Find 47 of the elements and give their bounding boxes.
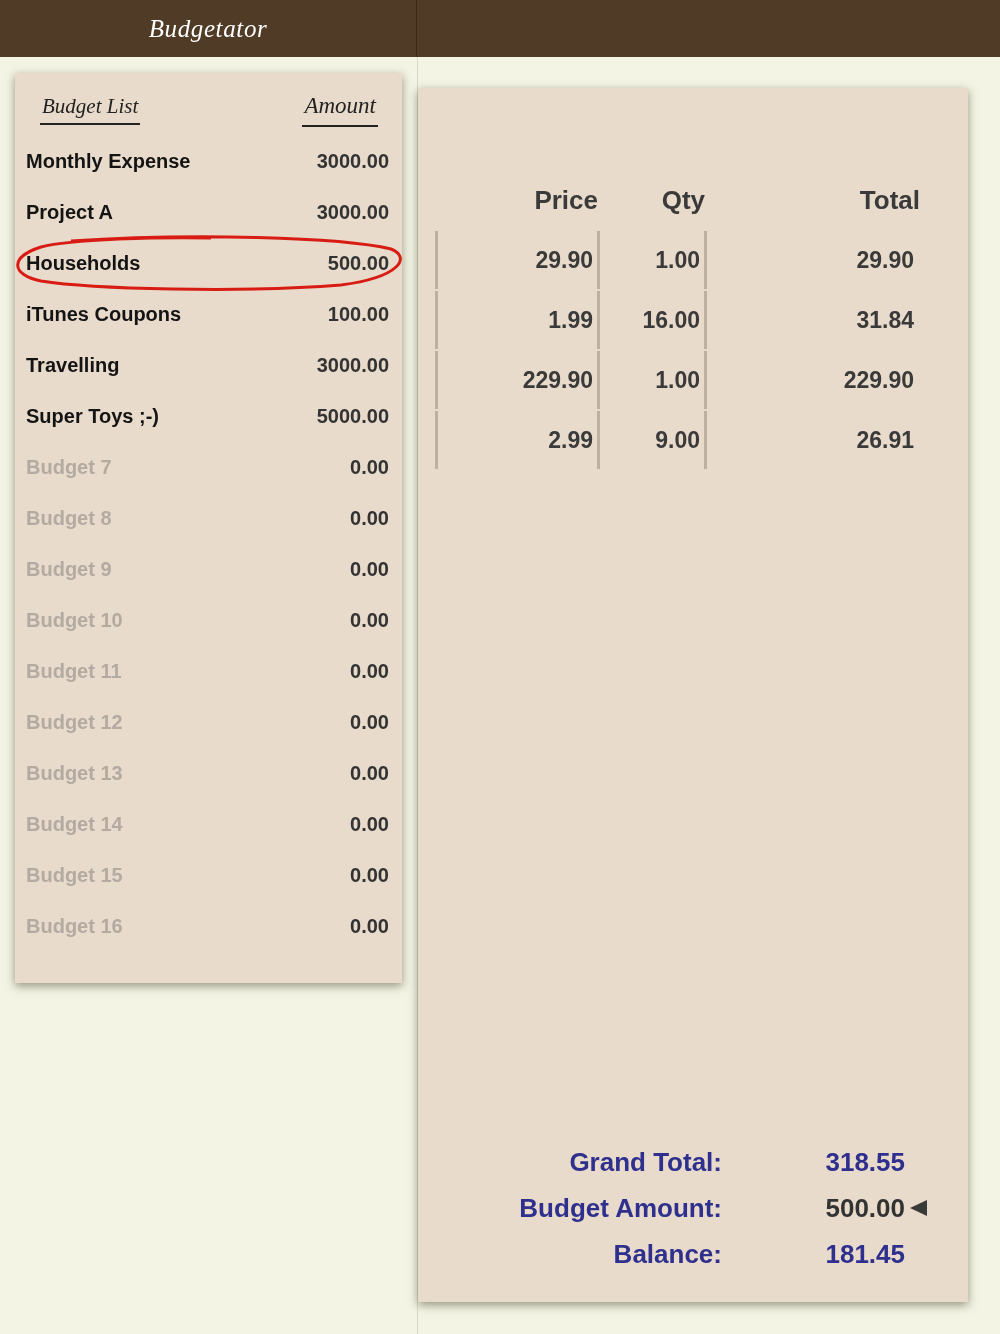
budget-amount: 5000.00 [316, 403, 389, 429]
budget-amount: 0.00 [350, 862, 389, 888]
table-cell: 1.00 [600, 231, 707, 289]
table-cell: 29.90 [435, 231, 600, 289]
budget-amount: 0.00 [350, 505, 389, 531]
budget-amount: 0.00 [350, 913, 389, 939]
table-cell-text: 26.91 [855, 425, 915, 455]
column-header: Qty [660, 183, 706, 217]
budget-name[interactable]: iTunes Coupons [26, 298, 182, 329]
budget-name[interactable]: Project A [26, 196, 114, 227]
summary-value: 318.55 [824, 1145, 905, 1179]
budget-name[interactable]: Travelling [26, 349, 120, 380]
budget-amount: 0.00 [350, 709, 389, 735]
table-cell: 2.99 [435, 411, 600, 469]
budget-name[interactable]: Households [26, 247, 141, 278]
budget-amount: 0.00 [350, 760, 389, 786]
app-title: Budgetator [148, 13, 268, 44]
summary-label: Grand Total: [568, 1145, 722, 1179]
column-header: Price [533, 183, 599, 217]
budget-amount: 3000.00 [316, 352, 389, 378]
budget-amount: 0.00 [350, 811, 389, 837]
table-cell: 1.00 [600, 351, 707, 409]
table-cell: 16.00 [600, 291, 707, 349]
budget-name[interactable]: Monthly Expense [26, 145, 191, 176]
table-cell: 229.90 [435, 351, 600, 409]
summary-value[interactable]: 500.00 [722, 1188, 905, 1228]
table-cell-text: 31.84 [855, 305, 915, 335]
table-cell: 9.00 [600, 411, 707, 469]
budget-amount: 3000.00 [316, 199, 389, 225]
summary-value: 181.45 [824, 1237, 905, 1271]
table-cell-text: 229.90 [842, 365, 915, 395]
table-cell: 1.99 [435, 291, 600, 349]
budget-amount: 0.00 [350, 556, 389, 582]
budget-amount: 100.00 [327, 301, 389, 327]
budget-amount: 0.00 [350, 454, 389, 480]
budget-amount: 0.00 [350, 607, 389, 633]
left-triangle-icon[interactable] [910, 1200, 927, 1216]
budget-amount: 0.00 [350, 658, 389, 684]
budget-list-heading: Budget List [40, 90, 141, 126]
summary-label: Balance: [612, 1237, 722, 1271]
summary-label: Budget Amount: [518, 1191, 722, 1225]
column-header: Total [858, 183, 920, 217]
budget-name[interactable]: Super Toys ;-) [26, 400, 159, 431]
budget-amount: 3000.00 [316, 148, 389, 174]
budget-amount: 500.00 [327, 250, 389, 276]
amount-heading: Amount [302, 89, 378, 127]
table-cell-text: 29.90 [855, 245, 915, 275]
